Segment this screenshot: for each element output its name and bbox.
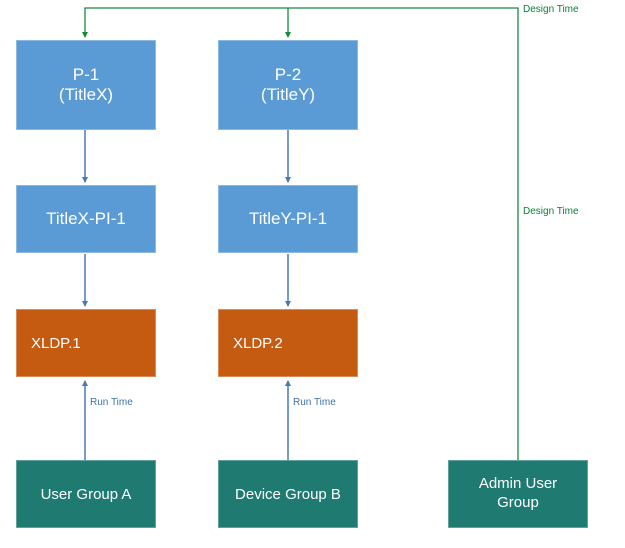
label-runtime-left: Run Time	[90, 398, 133, 408]
node-pi1-label: TitleX-PI-1	[46, 209, 126, 229]
node-p1: P-1 (TitleX)	[16, 40, 156, 130]
node-xldp1: XLDP.1	[16, 309, 156, 377]
node-p1-line1: P-1	[59, 65, 113, 85]
node-pi2: TitleY-PI-1	[218, 185, 358, 253]
node-pi1: TitleX-PI-1	[16, 185, 156, 253]
node-xldp2-label: XLDP.2	[233, 335, 283, 352]
label-runtime-right: Run Time	[293, 398, 336, 408]
node-admin-line1: Admin User	[479, 475, 557, 494]
node-device-group-b-label: Device Group B	[235, 486, 341, 503]
label-designtime-top: Design Time	[523, 5, 579, 15]
node-pi2-label: TitleY-PI-1	[249, 209, 327, 229]
node-xldp2: XLDP.2	[218, 309, 358, 377]
node-user-group-a: User Group A	[16, 460, 156, 528]
node-user-group-a-label: User Group A	[41, 486, 132, 503]
label-designtime-side: Design Time	[523, 207, 579, 217]
node-p2-line1: P-2	[261, 65, 315, 85]
node-device-group-b: Device Group B	[218, 460, 358, 528]
node-p1-line2: (TitleX)	[59, 85, 113, 105]
node-admin-user-group: Admin User Group	[448, 460, 588, 528]
node-xldp1-label: XLDP.1	[31, 335, 81, 352]
node-p2: P-2 (TitleY)	[218, 40, 358, 130]
node-admin-line2: Group	[479, 494, 557, 513]
node-p2-line2: (TitleY)	[261, 85, 315, 105]
